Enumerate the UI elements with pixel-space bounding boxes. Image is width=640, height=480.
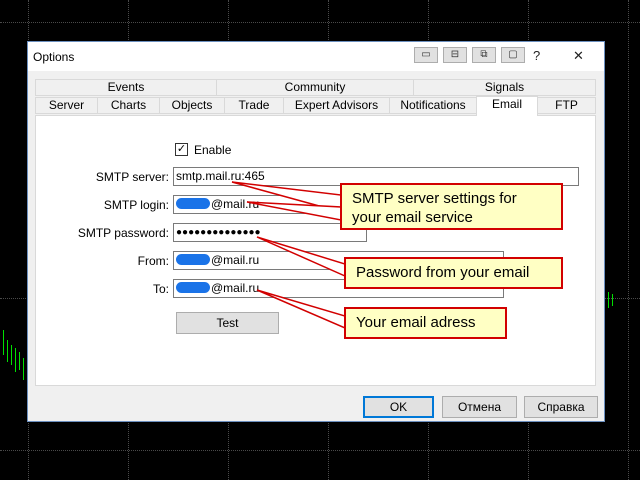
tab-charts[interactable]: Charts <box>97 97 160 114</box>
help-button[interactable]: Справка <box>524 396 598 418</box>
enable-label: Enable <box>194 143 232 157</box>
toolbar-button-1[interactable]: ▭ <box>414 47 438 63</box>
smtp-login-input[interactable]: @mail.ru <box>173 195 367 214</box>
tab-notifications[interactable]: Notifications <box>389 97 477 114</box>
callout-server-settings: SMTP server settings for your email serv… <box>340 183 563 230</box>
callout-address: Your email adress <box>344 307 507 339</box>
candle <box>23 358 24 380</box>
tab-email[interactable]: Email <box>476 96 538 116</box>
enable-checkbox[interactable]: ✓ <box>175 143 188 156</box>
window-icon: ▢ <box>508 49 518 60</box>
redacted-mask <box>176 254 210 265</box>
close-icon[interactable]: ✕ <box>573 48 584 64</box>
smtp-login-label: SMTP login: <box>103 198 169 212</box>
candle <box>3 330 4 355</box>
candle <box>608 292 609 308</box>
tab-events[interactable]: Events <box>35 79 217 96</box>
redacted-mask <box>176 282 210 293</box>
smtp-server-value: smtp.mail.ru:465 <box>176 169 265 183</box>
candle <box>19 352 20 370</box>
tab-expert-advisors[interactable]: Expert Advisors <box>283 97 390 114</box>
toolbar-button-4[interactable]: ▢ <box>501 47 525 63</box>
window-icon: ▭ <box>421 49 431 60</box>
cancel-button[interactable]: Отмена <box>442 396 517 418</box>
smtp-server-label: SMTP server: <box>95 170 169 184</box>
smtp-password-input[interactable]: ●●●●●●●●●●●●●● <box>173 223 367 242</box>
from-value: @mail.ru <box>211 253 260 267</box>
tab-trade[interactable]: Trade <box>224 97 284 114</box>
from-label: From: <box>137 254 169 268</box>
ok-button[interactable]: OK <box>363 396 434 418</box>
candle <box>15 348 16 372</box>
options-dialog: Options ▭ ⊟ ⧉ ▢ ? ✕ Events Community Sig… <box>27 41 605 422</box>
smtp-login-value: @mail.ru <box>211 197 260 211</box>
toolbar-button-3[interactable]: ⧉ <box>472 47 496 63</box>
help-icon[interactable]: ? <box>533 48 540 63</box>
toolbar-button-2[interactable]: ⊟ <box>443 47 467 63</box>
title-bar: Options ▭ ⊟ ⧉ ▢ ? ✕ <box>28 42 604 71</box>
candle <box>11 345 12 365</box>
candle <box>612 294 613 306</box>
callout-password: Password from your email <box>344 257 563 289</box>
tab-ftp[interactable]: FTP <box>537 97 596 114</box>
callout-line: your email service <box>352 209 473 226</box>
window-icon: ⊟ <box>450 49 460 60</box>
smtp-password-label: SMTP password: <box>77 226 169 240</box>
grid-line <box>0 22 640 23</box>
window-title: Options <box>33 50 75 64</box>
tab-signals[interactable]: Signals <box>413 79 596 96</box>
callout-line: SMTP server settings for <box>352 190 517 207</box>
smtp-password-value: ●●●●●●●●●●●●●● <box>176 227 261 238</box>
candle <box>7 340 8 362</box>
tab-community[interactable]: Community <box>216 79 414 96</box>
to-label: To: <box>152 282 169 296</box>
grid-line <box>628 0 629 480</box>
grid-line <box>0 450 640 451</box>
redacted-mask <box>176 198 210 209</box>
tab-objects[interactable]: Objects <box>159 97 225 114</box>
email-settings-panel: ✓ Enable SMTP server: smtp.mail.ru:465 S… <box>35 115 596 386</box>
window-icon: ⧉ <box>480 49 488 60</box>
test-button[interactable]: Test <box>176 312 279 334</box>
to-value: @mail.ru <box>211 281 260 295</box>
tab-server[interactable]: Server <box>35 97 98 114</box>
